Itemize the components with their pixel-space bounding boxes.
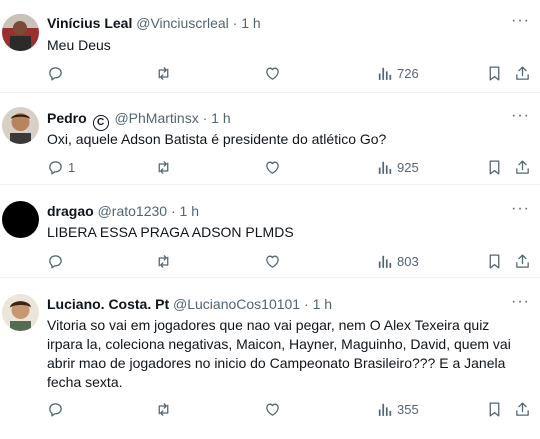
author-handle[interactable]: @PhMartinsx [114, 110, 198, 126]
reply-icon [49, 403, 62, 417]
share-icon [516, 160, 529, 174]
tweet-header: Luciano. Costa. Pt @LucianoCos10101 · 1 … [47, 295, 332, 313]
views-icon [378, 403, 392, 416]
bookmark-icon [489, 402, 500, 417]
share-button[interactable] [514, 401, 531, 418]
reply-button[interactable] [47, 401, 68, 418]
separator-dot: · [232, 15, 238, 31]
tweet-4[interactable]: Luciano. Costa. Pt @LucianoCos10101 · 1 … [0, 278, 540, 439]
share-icon [516, 402, 529, 416]
share-button[interactable] [514, 65, 531, 82]
verified-icon: C [92, 115, 109, 131]
tweet-2[interactable]: Pedro C @PhMartinsx · 1 h ··· Oxi, aquel… [0, 93, 540, 185]
more-icon[interactable]: ··· [511, 107, 530, 125]
reply-icon [49, 67, 62, 81]
separator-dot: · [170, 203, 176, 219]
reply-icon [49, 255, 62, 269]
reply-icon [49, 161, 62, 175]
tweet-actions: 355 [0, 401, 540, 421]
retweet-button[interactable] [155, 253, 172, 270]
author-name[interactable]: Pedro [47, 110, 87, 126]
bookmark-icon [489, 254, 500, 269]
reply-button[interactable]: 1 [47, 159, 75, 176]
retweet-button[interactable] [155, 401, 172, 418]
retweet-button[interactable] [155, 159, 172, 176]
like-icon [266, 403, 279, 416]
avatar-dragao[interactable] [2, 201, 39, 238]
tweet-text: LIBERA ESSA PRAGA ADSON PLMDS [47, 224, 294, 240]
views-button[interactable]: 726 [376, 65, 419, 82]
more-icon[interactable]: ··· [511, 200, 530, 218]
author-handle[interactable]: @LucianoCos10101 [173, 296, 300, 312]
author-handle[interactable]: @rato1230 [98, 203, 167, 219]
bookmark-icon [489, 66, 500, 81]
avatar-vinicius[interactable] [2, 14, 39, 51]
share-button[interactable] [514, 159, 531, 176]
like-button[interactable] [264, 159, 281, 176]
tweet-actions: 726 [0, 65, 540, 85]
tweet-text: Vitoria so vai em jogadores que nao vai … [47, 317, 511, 390]
avatar-pedro[interactable] [2, 107, 39, 144]
share-icon [516, 66, 529, 80]
bookmark-button[interactable] [486, 159, 503, 176]
reply-button[interactable] [47, 253, 68, 270]
views-count: 355 [397, 402, 419, 417]
tweet-header: Pedro C @PhMartinsx · 1 h [47, 109, 231, 131]
avatar-luciano[interactable] [2, 294, 39, 331]
bookmark-icon [489, 160, 500, 175]
bookmark-button[interactable] [486, 401, 503, 418]
author-handle[interactable]: @Vinciuscrleal [136, 15, 229, 31]
share-icon [516, 254, 529, 268]
bookmark-button[interactable] [486, 253, 503, 270]
bookmark-button[interactable] [486, 65, 503, 82]
tweet-header: dragao @rato1230 · 1 h [47, 202, 199, 220]
tweet-actions: 1 925 [0, 159, 540, 179]
retweet-button[interactable] [155, 65, 172, 82]
retweet-icon [158, 161, 169, 174]
views-icon [378, 67, 392, 80]
more-icon[interactable]: ··· [511, 293, 530, 311]
tweet-time[interactable]: 1 h [180, 203, 199, 219]
views-count: 803 [397, 254, 419, 269]
tweet-text: Oxi, aquele Adson Batista é presidente d… [47, 131, 387, 147]
reply-count: 1 [68, 160, 76, 175]
like-button[interactable] [264, 253, 281, 270]
retweet-icon [158, 67, 169, 80]
more-icon[interactable]: ··· [511, 12, 530, 30]
tweet-text: Meu Deus [47, 37, 111, 53]
share-button[interactable] [514, 253, 531, 270]
tweet-3[interactable]: dragao @rato1230 · 1 h ··· LIBERA ESSA P… [0, 185, 540, 278]
like-button[interactable] [264, 65, 281, 82]
retweet-icon [158, 403, 169, 416]
author-name[interactable]: dragao [47, 203, 94, 219]
views-count: 726 [397, 66, 419, 81]
like-icon [266, 255, 279, 268]
retweet-icon [158, 255, 169, 268]
tweet-time[interactable]: 1 h [211, 110, 230, 126]
views-icon [378, 161, 392, 174]
views-button[interactable]: 925 [376, 159, 419, 176]
views-icon [378, 255, 392, 268]
author-name[interactable]: Luciano. Costa. Pt [47, 296, 169, 312]
tweet-actions: 803 [0, 253, 540, 273]
tweet-header: Vinícius Leal @Vinciuscrleal · 1 h [47, 14, 261, 32]
like-icon [266, 67, 279, 80]
tweet-time[interactable]: 1 h [241, 15, 260, 31]
separator-dot: · [202, 110, 208, 126]
separator-dot: · [304, 296, 309, 312]
views-button[interactable]: 803 [376, 253, 419, 270]
views-count: 925 [397, 160, 419, 175]
like-button[interactable] [264, 401, 281, 418]
like-icon [266, 161, 279, 174]
views-button[interactable]: 355 [376, 401, 419, 418]
author-name[interactable]: Vinícius Leal [47, 15, 132, 31]
tweet-1[interactable]: Vinícius Leal @Vinciuscrleal · 1 h ··· M… [0, 0, 540, 93]
tweet-time[interactable]: 1 h [313, 296, 332, 312]
reply-button[interactable] [47, 65, 68, 82]
